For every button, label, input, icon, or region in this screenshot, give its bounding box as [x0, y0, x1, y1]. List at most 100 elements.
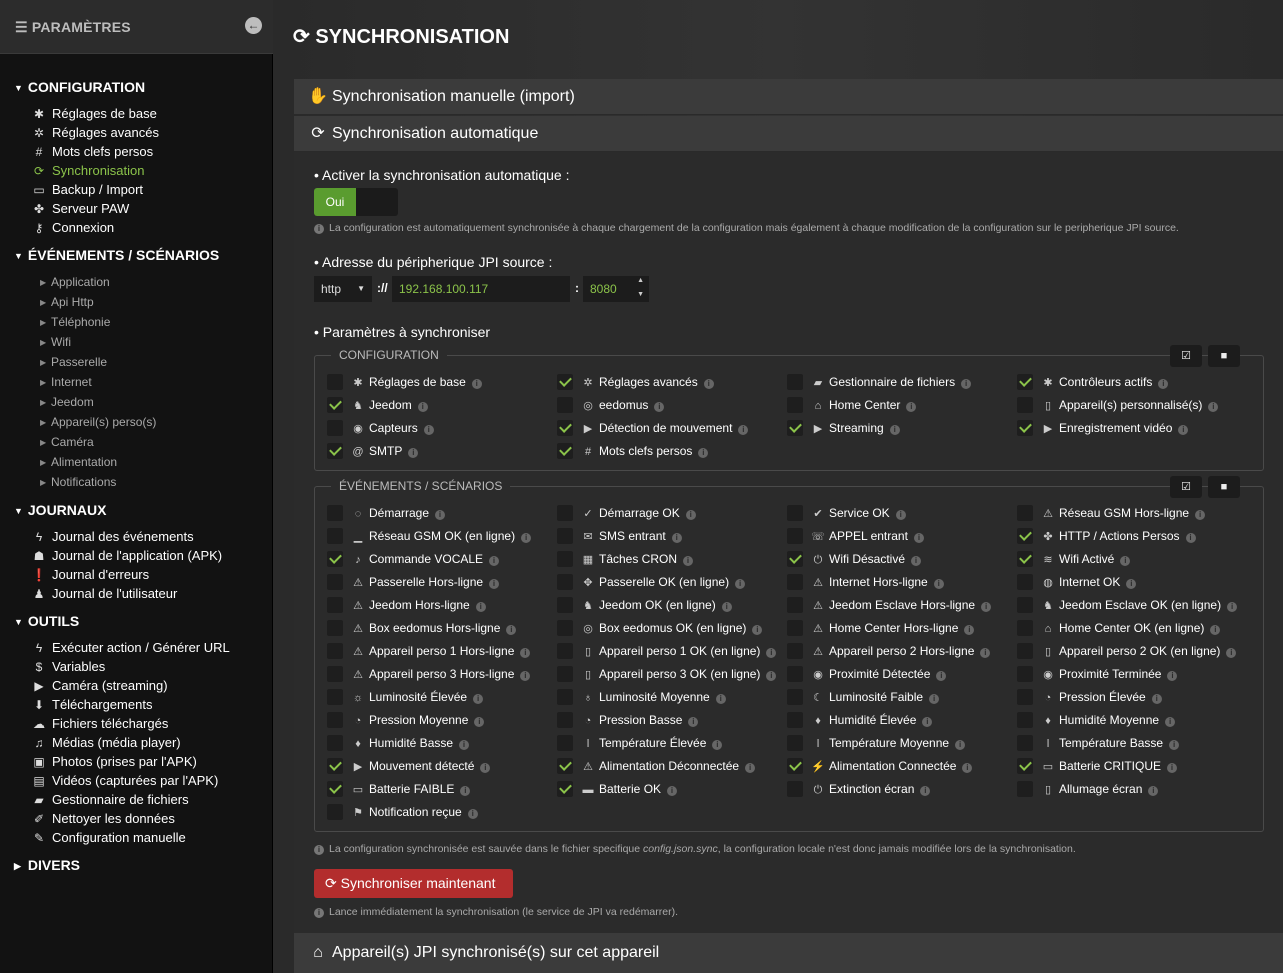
sidebar-item-outil[interactable]: $ Variables — [30, 658, 106, 676]
panel-auto-sync[interactable]: ⟳ Synchronisation automatique — [294, 116, 1283, 152]
sync-checkbox[interactable]: ◔ Pression Moyenne i — [327, 711, 485, 729]
sync-checkbox[interactable]: ▶ Détection de mouvement i — [557, 419, 749, 437]
checkbox[interactable] — [327, 758, 343, 774]
checkbox[interactable] — [787, 597, 803, 613]
sidebar-item-outil[interactable]: ▰ Gestionnaire de fichiers — [30, 791, 188, 809]
sidebar-item-outil[interactable]: ϟ Exécuter action / Générer URL — [30, 639, 230, 657]
checkbox[interactable] — [327, 505, 343, 521]
sync-checkbox[interactable]: ▁ Réseau GSM OK (en ligne) i — [327, 527, 532, 545]
sync-checkbox[interactable]: ▯ Appareil perso 2 OK (en ligne) i — [1017, 642, 1237, 660]
checkbox[interactable] — [557, 597, 573, 613]
sync-checkbox[interactable]: ⚠ Appareil perso 2 Hors-ligne i — [787, 642, 991, 660]
sync-checkbox[interactable]: ǀ Température Basse i — [1017, 734, 1180, 752]
checkbox[interactable] — [327, 551, 343, 567]
section-divers[interactable]: ▶ DIVERS — [14, 857, 80, 873]
sync-checkbox[interactable]: ◌ Démarrage i — [327, 504, 446, 522]
sync-checkbox[interactable]: ♪ Commande VOCALE i — [327, 550, 500, 568]
section-outils[interactable]: ▼ OUTILS — [14, 613, 79, 629]
sync-checkbox[interactable]: ⚠ Passerelle Hors-ligne i — [327, 573, 500, 591]
sync-checkbox[interactable]: ◉ Proximité Détectée i — [787, 665, 947, 683]
sync-checkbox[interactable]: ☏ APPEL entrant i — [787, 527, 924, 545]
sidebar-item-outil[interactable]: ✐ Nettoyer les données — [30, 810, 175, 828]
checkbox[interactable] — [787, 620, 803, 636]
sync-checkbox[interactable]: ▶ Mouvement détecté i — [327, 757, 491, 775]
checkbox[interactable] — [557, 712, 573, 728]
sync-checkbox[interactable]: ⚠ Home Center Hors-ligne i — [787, 619, 975, 637]
sync-checkbox[interactable]: ◍ Internet OK i — [1017, 573, 1137, 591]
checkbox[interactable] — [557, 551, 573, 567]
checkbox[interactable] — [557, 528, 573, 544]
sync-checkbox[interactable]: ⚠ Appareil perso 1 Hors-ligne i — [327, 642, 531, 660]
checkbox[interactable] — [1017, 620, 1033, 636]
sync-checkbox[interactable]: ♦ Humidité Basse i — [327, 734, 470, 752]
sync-checkbox[interactable]: ▯ Appareil perso 3 OK (en ligne) i — [557, 665, 777, 683]
checkbox[interactable] — [557, 666, 573, 682]
checkbox[interactable] — [1017, 574, 1033, 590]
sync-checkbox[interactable]: ♞ Jeedom OK (en ligne) i — [557, 596, 732, 614]
sync-checkbox[interactable]: ▯ Appareil perso 1 OK (en ligne) i — [557, 642, 777, 660]
sidebar-subitem[interactable]: ▶ Téléphonie — [40, 313, 110, 331]
sync-now-button[interactable]: ⟳ Synchroniser maintenant — [314, 869, 513, 898]
sync-checkbox[interactable]: ⚡ Alimentation Connectée i — [787, 757, 973, 775]
sidebar-item-connexion[interactable]: ⚷ Connexion — [30, 219, 115, 237]
uncheck-all-button[interactable]: ■ — [1208, 476, 1240, 498]
sync-checkbox[interactable]: ▬ Batterie OK i — [557, 780, 678, 798]
sidebar-subitem[interactable]: ▶ Wifi — [40, 333, 71, 351]
checkbox[interactable] — [557, 374, 573, 390]
checkbox[interactable] — [787, 505, 803, 521]
check-all-button[interactable]: ☑ — [1170, 345, 1202, 367]
checkbox[interactable] — [327, 528, 343, 544]
checkbox[interactable] — [787, 758, 803, 774]
checkbox[interactable] — [1017, 551, 1033, 567]
sidebar-item-backup-import[interactable]: ▭ Backup / Import — [30, 181, 143, 199]
section-events[interactable]: ▼ ÉVÉNEMENTS / SCÉNARIOS — [14, 247, 219, 263]
checkbox[interactable] — [1017, 712, 1033, 728]
sidebar-item-r-glages-avanc-s[interactable]: ✲ Réglages avancés — [30, 124, 159, 142]
checkbox[interactable] — [327, 374, 343, 390]
checkbox[interactable] — [787, 397, 803, 413]
sync-checkbox[interactable]: ◎ eedomus i — [557, 396, 665, 414]
sidebar-subitem[interactable]: ▶ Alimentation — [40, 453, 117, 471]
sync-checkbox[interactable]: ✥ Passerelle OK (en ligne) i — [557, 573, 746, 591]
sidebar-item-outil[interactable]: ▶ Caméra (streaming) — [30, 677, 167, 695]
panel-manual-sync[interactable]: ✋ Synchronisation manuelle (import) — [294, 79, 1283, 115]
sidebar-item-journal[interactable]: ❗ Journal d'erreurs — [30, 566, 150, 584]
checkbox[interactable] — [557, 443, 573, 459]
sync-checkbox[interactable]: ▰ Gestionnaire de fichiers i — [787, 373, 972, 391]
sync-checkbox[interactable]: ⚠ Box eedomus Hors-ligne i — [327, 619, 517, 637]
checkbox[interactable] — [327, 397, 343, 413]
sidebar-item-outil[interactable]: ▣ Photos (prises par l'APK) — [30, 753, 197, 771]
sync-checkbox[interactable]: ⌂ Home Center i — [787, 396, 917, 414]
checkbox[interactable] — [327, 804, 343, 820]
checkbox[interactable] — [557, 505, 573, 521]
checkbox[interactable] — [787, 574, 803, 590]
sidebar-item-journal[interactable]: ♟ Journal de l'utilisateur — [30, 585, 178, 603]
back-arrow-icon[interactable]: ← — [245, 17, 262, 34]
sidebar-subitem[interactable]: ▶ Passerelle — [40, 353, 107, 371]
sync-checkbox[interactable]: ⏻ Wifi Désactivé i — [787, 550, 922, 568]
checkbox[interactable] — [787, 689, 803, 705]
checkbox[interactable] — [327, 689, 343, 705]
sidebar-item-outil[interactable]: ✎ Configuration manuelle — [30, 829, 186, 847]
checkbox[interactable] — [557, 574, 573, 590]
checkbox[interactable] — [327, 643, 343, 659]
sidebar-item-synchronisation[interactable]: ⟳ Synchronisation — [30, 162, 145, 180]
section-configuration[interactable]: ▼ CONFIGURATION — [14, 79, 145, 95]
sync-checkbox[interactable]: ✲ Réglages avancés i — [557, 373, 714, 391]
checkbox[interactable] — [557, 643, 573, 659]
sync-checkbox[interactable]: ⌂ Home Center OK (en ligne) i — [1017, 619, 1221, 637]
sync-checkbox[interactable]: ⏻ Extinction écran i — [787, 780, 931, 798]
checkbox[interactable] — [787, 666, 803, 682]
checkbox[interactable] — [787, 528, 803, 544]
sync-checkbox[interactable]: ▶ Streaming i — [787, 419, 900, 437]
sidebar-item-outil[interactable]: ☁ Fichiers téléchargés — [30, 715, 168, 733]
check-all-button[interactable]: ☑ — [1170, 476, 1202, 498]
sync-checkbox[interactable]: ☼ Luminosité Élevée i — [327, 688, 484, 706]
checkbox[interactable] — [787, 735, 803, 751]
checkbox[interactable] — [1017, 666, 1033, 682]
panel-sync-devices[interactable]: ⌂ Appareil(s) JPI synchronisé(s) sur cet … — [294, 933, 1283, 973]
checkbox[interactable] — [557, 735, 573, 751]
protocol-select[interactable]: http ▼ — [314, 276, 372, 302]
sync-checkbox[interactable]: ◉ Proximité Terminée i — [1017, 665, 1178, 683]
checkbox[interactable] — [1017, 643, 1033, 659]
